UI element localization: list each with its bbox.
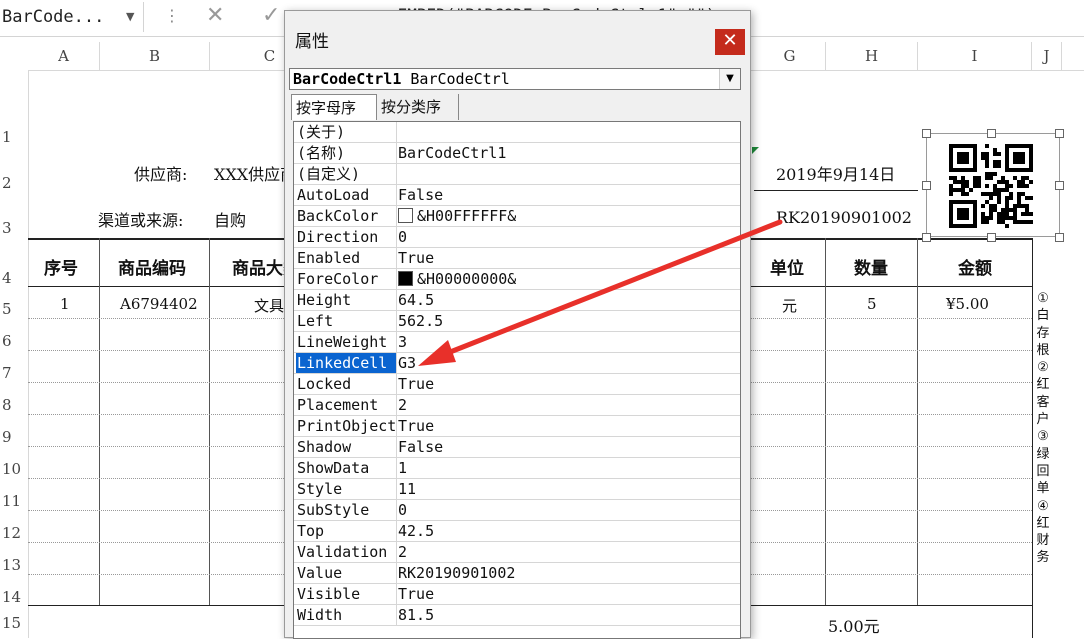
arrow-head xyxy=(418,340,456,366)
annotation-arrow xyxy=(418,219,783,366)
arrow-shaft xyxy=(437,219,783,359)
